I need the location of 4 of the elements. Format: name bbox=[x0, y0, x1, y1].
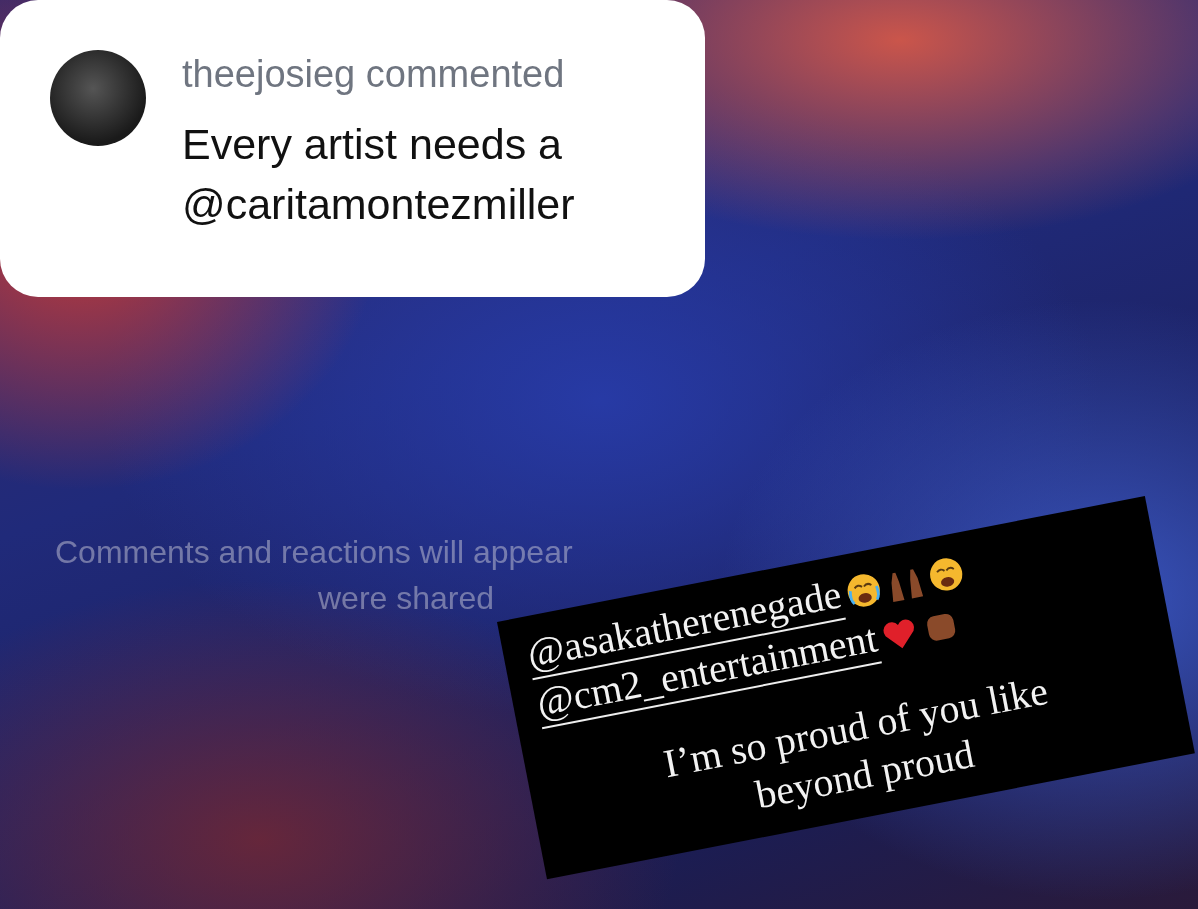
empty-state-text: Comments and reactions will appear bbox=[55, 533, 573, 572]
empty-state-text: were shared bbox=[318, 579, 495, 618]
comment-header: theejosieg commented bbox=[182, 52, 566, 97]
comment-text: Every artist needs a @caritamontezmiller bbox=[182, 119, 575, 230]
